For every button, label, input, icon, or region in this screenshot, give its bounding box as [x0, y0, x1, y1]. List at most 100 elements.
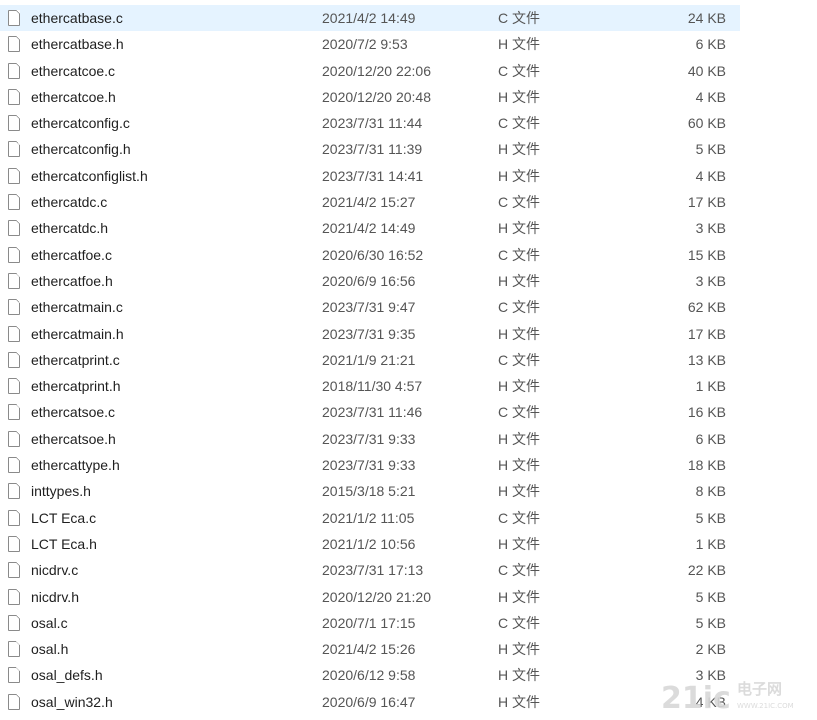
- file-name: ethercatmain.h: [31, 325, 124, 342]
- file-date-modified: 2021/1/2 11:05: [322, 509, 415, 526]
- file-name: ethercatmain.c: [31, 299, 123, 316]
- file-size: 1 KB: [695, 535, 726, 552]
- file-size: 4 KB: [695, 693, 726, 710]
- watermark-text: 电子网: [737, 680, 782, 698]
- file-date-modified: 2020/6/9 16:56: [322, 272, 416, 289]
- file-size: 3 KB: [695, 667, 726, 684]
- file-name: ethercatdc.h: [31, 220, 109, 237]
- file-date-modified: 2021/1/9 21:21: [322, 351, 416, 368]
- file-size: 4 KB: [695, 167, 726, 184]
- file-name: inttypes.h: [31, 483, 91, 500]
- watermark-sub: WWW.21IC.COM: [737, 702, 794, 710]
- file-row[interactable]: ethercatsoe.c 2023/7/31 11:46 C 文件 16 KB: [0, 399, 740, 425]
- file-row[interactable]: ethercatdc.c 2021/4/2 15:27 C 文件 17 KB: [0, 189, 740, 215]
- file-name: ethercatbase.h: [31, 36, 124, 53]
- file-type: C 文件: [498, 194, 540, 211]
- file-date-modified: 2020/7/2 9:53: [322, 36, 408, 53]
- file-icon: [8, 667, 20, 684]
- file-row[interactable]: ethercatcoe.c 2020/12/20 22:06 C 文件 40 KB: [0, 58, 740, 84]
- file-icon: [8, 194, 20, 211]
- file-type: C 文件: [498, 246, 540, 263]
- file-size: 5 KB: [695, 509, 726, 526]
- file-icon: [8, 693, 20, 710]
- file-row[interactable]: ethercatconfig.h 2023/7/31 11:39 H 文件 5 KB: [0, 136, 740, 162]
- file-size: 3 KB: [695, 272, 726, 289]
- file-date-modified: 2021/4/2 14:49: [322, 10, 416, 26]
- file-type: H 文件: [498, 36, 540, 53]
- file-row[interactable]: ethercatbase.h 2020/7/2 9:53 H 文件 6 KB: [0, 31, 740, 57]
- file-icon: [8, 562, 20, 579]
- file-row[interactable]: ethercatdc.h 2021/4/2 14:49 H 文件 3 KB: [0, 215, 740, 241]
- file-size: 17 KB: [687, 325, 726, 342]
- file-icon: [8, 62, 20, 79]
- file-icon: [8, 351, 20, 368]
- file-size: 60 KB: [687, 115, 726, 132]
- file-icon: [8, 588, 20, 605]
- file-name: osal_win32.h: [31, 693, 113, 710]
- file-type: C 文件: [498, 562, 540, 579]
- file-row[interactable]: ethercatconfiglist.h 2023/7/31 14:41 H 文件 4…: [0, 163, 740, 189]
- file-size: 22 KB: [687, 562, 726, 579]
- file-size: 18 KB: [687, 457, 726, 474]
- file-icon: [8, 88, 20, 105]
- file-type: H 文件: [498, 457, 540, 474]
- file-row[interactable]: nicdrv.h 2020/12/20 21:20 H 文件 5 KB: [0, 584, 740, 610]
- file-size: 17 KB: [687, 194, 726, 211]
- file-date-modified: 2023/7/31 11:39: [322, 141, 423, 158]
- file-row[interactable]: osal.c 2020/7/1 17:15 C 文件 5 KB: [0, 610, 740, 636]
- file-type: H 文件: [498, 641, 540, 658]
- file-type: H 文件: [498, 88, 540, 105]
- file-name: ethercatsoe.c: [31, 404, 116, 421]
- file-row[interactable]: nicdrv.c 2023/7/31 17:13 C 文件 22 KB: [0, 557, 740, 583]
- file-size: 13 KB: [687, 351, 726, 368]
- file-date-modified: 2020/12/20 20:48: [322, 88, 431, 105]
- file-icon: [8, 457, 20, 474]
- file-row[interactable]: ethercatmain.h 2023/7/31 9:35 H 文件 17 KB: [0, 321, 740, 347]
- file-row[interactable]: osal.h 2021/4/2 15:26 H 文件 2 KB: [0, 636, 740, 662]
- file-type: H 文件: [498, 693, 540, 710]
- file-type: H 文件: [498, 378, 540, 395]
- file-name: ethercatdc.c: [31, 194, 108, 211]
- file-row[interactable]: ethercatbase.c 2021/4/2 14:49 C 文件 24 KB: [0, 5, 740, 32]
- file-row[interactable]: ethercatconfig.c 2023/7/31 11:44 C 文件 60 KB: [0, 110, 740, 136]
- file-name: osal_defs.h: [31, 667, 103, 684]
- file-name: ethercatconfiglist.h: [31, 167, 148, 184]
- file-type: H 文件: [498, 535, 540, 552]
- file-name: ethercattype.h: [31, 457, 120, 474]
- file-row[interactable]: LCT Eca.h 2021/1/2 10:56 H 文件 1 KB: [0, 531, 740, 557]
- file-list: ethercatbase.c 2021/4/2 14:49 C 文件 24 KB eth…: [0, 5, 740, 715]
- file-icon: [8, 509, 20, 526]
- file-name: LCT Eca.h: [31, 535, 97, 552]
- file-date-modified: 2023/7/31 9:33: [322, 430, 416, 447]
- file-size: 4 KB: [695, 88, 726, 105]
- file-row[interactable]: ethercattype.h 2023/7/31 9:33 H 文件 18 KB: [0, 452, 740, 478]
- file-type: C 文件: [498, 404, 540, 421]
- file-row[interactable]: ethercatcoe.h 2020/12/20 20:48 H 文件 4 KB: [0, 84, 740, 110]
- file-type: C 文件: [498, 115, 540, 132]
- file-size: 40 KB: [687, 62, 726, 79]
- file-name: ethercatsoe.h: [31, 430, 116, 447]
- file-row[interactable]: ethercatprint.h 2018/11/30 4:57 H 文件 1 KB: [0, 373, 740, 399]
- file-row[interactable]: LCT Eca.c 2021/1/2 11:05 C 文件 5 KB: [0, 505, 740, 531]
- file-date-modified: 2023/7/31 17:13: [322, 562, 424, 579]
- file-row[interactable]: ethercatmain.c 2023/7/31 9:47 C 文件 62 KB: [0, 294, 740, 320]
- file-row[interactable]: osal_win32.h 2020/6/9 16:47 H 文件 4 KB: [0, 689, 740, 715]
- file-date-modified: 2023/7/31 11:44: [322, 115, 423, 132]
- file-row[interactable]: ethercatfoe.h 2020/6/9 16:56 H 文件 3 KB: [0, 268, 740, 294]
- file-name: osal.h: [31, 641, 69, 658]
- file-row[interactable]: inttypes.h 2015/3/18 5:21 H 文件 8 KB: [0, 478, 740, 504]
- file-date-modified: 2021/1/2 10:56: [322, 535, 416, 552]
- file-icon: [8, 299, 20, 316]
- file-type: H 文件: [498, 588, 540, 605]
- file-name: ethercatcoe.h: [31, 88, 116, 105]
- file-type: C 文件: [498, 351, 540, 368]
- file-date-modified: 2023/7/31 9:33: [322, 457, 416, 474]
- file-name: ethercatprint.h: [31, 378, 121, 395]
- file-size: 15 KB: [687, 246, 726, 263]
- file-row[interactable]: ethercatprint.c 2021/1/9 21:21 C 文件 13 KB: [0, 347, 740, 373]
- file-row[interactable]: ethercatsoe.h 2023/7/31 9:33 H 文件 6 KB: [0, 426, 740, 452]
- file-row[interactable]: ethercatfoe.c 2020/6/30 16:52 C 文件 15 KB: [0, 242, 740, 268]
- file-row[interactable]: osal_defs.h 2020/6/12 9:58 H 文件 3 KB: [0, 662, 740, 688]
- file-icon: [8, 614, 20, 631]
- file-size: 62 KB: [687, 299, 726, 316]
